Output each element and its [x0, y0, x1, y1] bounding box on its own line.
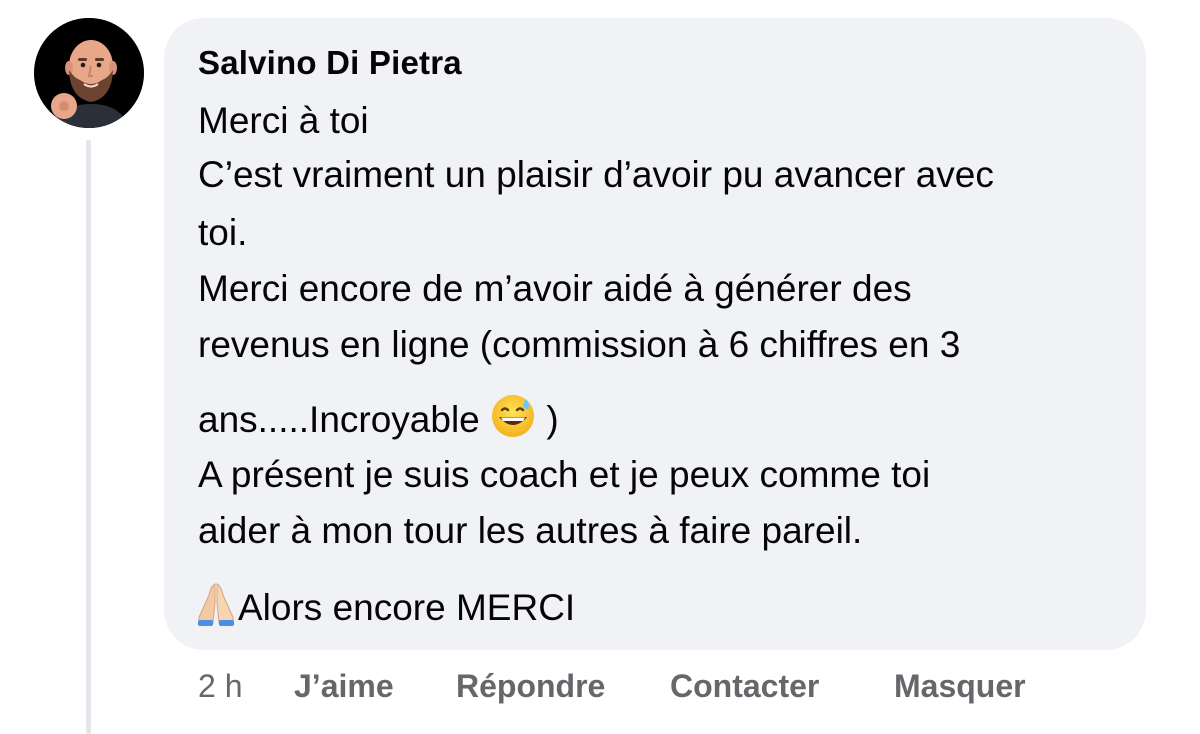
bald-bearded-man-avatar-icon — [34, 18, 144, 128]
comment-page: Salvino Di Pietra Merci à toi C’est vrai… — [0, 0, 1200, 734]
contact-button[interactable]: Contacter — [670, 668, 819, 705]
comment-line-with-emoji: Alors encore MERCI — [194, 581, 576, 636]
comment-line: Merci encore de m’avoir aidé à générer d… — [198, 268, 912, 309]
comment-line: toi. — [198, 212, 248, 253]
thread-line — [86, 140, 91, 734]
hide-button[interactable]: Masquer — [894, 668, 1026, 705]
comment-line-text: Alors encore MERCI — [238, 586, 576, 628]
comment-line-text: ) — [546, 398, 559, 440]
like-button[interactable]: J’aime — [294, 668, 394, 705]
comment-line-text: ans.....Incroyable — [198, 398, 480, 440]
comment-line: Merci à toi — [198, 100, 369, 141]
reply-button[interactable]: Répondre — [456, 668, 605, 705]
avatar[interactable] — [34, 18, 144, 128]
comment-line-with-emoji: ans.....Incroyable) — [198, 393, 559, 448]
timestamp[interactable]: 2 h — [198, 668, 242, 705]
comment-line: A présent je suis coach et je peux comme… — [198, 454, 931, 495]
grinning-face-with-sweat-icon — [490, 393, 536, 445]
comment-line: aider à mon tour les autres à faire pare… — [198, 510, 863, 551]
comment-bubble: Salvino Di Pietra Merci à toi C’est vrai… — [164, 18, 1146, 650]
comment-line: revenus en ligne (commission à 6 chiffre… — [198, 324, 961, 365]
folded-hands-icon — [194, 581, 238, 633]
comment-line: C’est vraiment un plaisir d’avoir pu ava… — [198, 154, 994, 195]
comment-author-name[interactable]: Salvino Di Pietra — [198, 44, 462, 82]
